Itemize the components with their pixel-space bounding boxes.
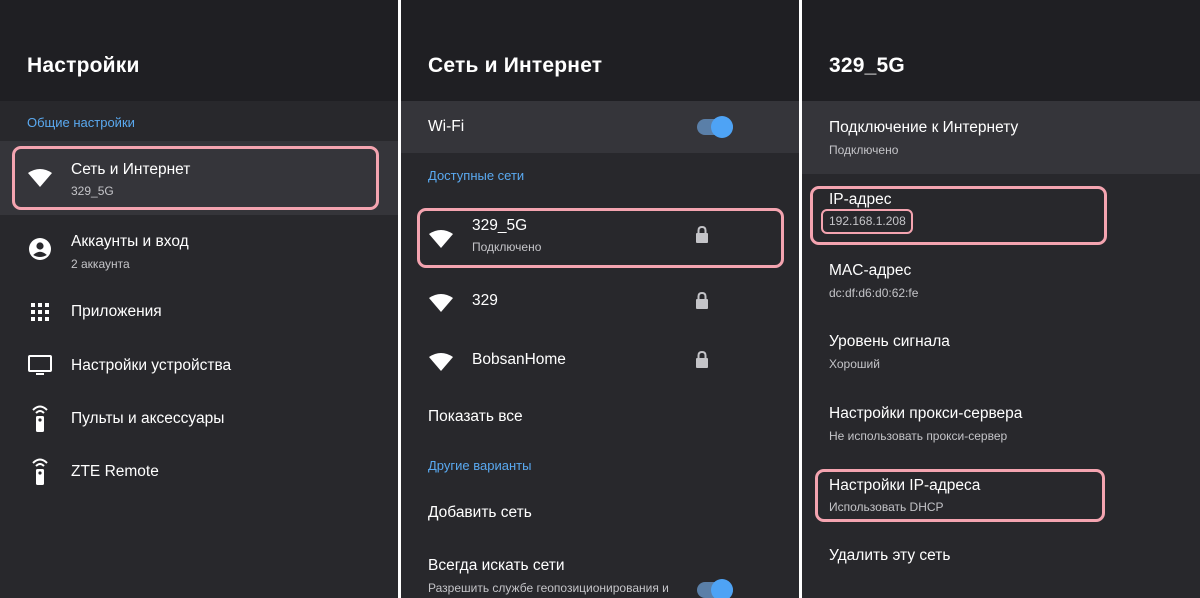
always-scan-sub: Разрешить службе геопозиционирования и — [428, 581, 669, 595]
details-item-mac-address[interactable]: MAC-адрес dc:df:d6:d0:62:fe — [802, 248, 1200, 318]
highlight-box-network — [12, 146, 379, 210]
details-header — [802, 0, 1200, 101]
show-all-label: Показать все — [428, 408, 523, 425]
details-item-sub: Хороший — [829, 357, 880, 371]
remote-icon — [32, 458, 48, 485]
settings-item-apps[interactable]: Приложения — [0, 288, 398, 336]
remote-icon — [32, 405, 48, 432]
settings-panel: Настройки Общие настройки Сеть и Интерне… — [0, 0, 398, 598]
section-available: Доступные сети — [428, 168, 525, 183]
details-item-label: Удалить эту сеть — [829, 547, 951, 564]
network-ssid: 329 — [472, 292, 498, 309]
network-title: Сеть и Интернет — [428, 54, 603, 77]
details-item-label: Подключение к Интернету — [829, 119, 1019, 136]
wifi-toggle-knob[interactable] — [711, 116, 733, 138]
wifi-icon — [429, 294, 453, 312]
highlight-box-ip-value — [821, 209, 913, 234]
always-scan-toggle-knob[interactable] — [711, 579, 733, 598]
settings-item-label: Пульты и аксессуары — [71, 410, 225, 427]
settings-item-sub: 2 аккаунта — [71, 257, 130, 271]
always-scan-label: Всегда искать сети — [428, 557, 565, 574]
network-details-panel: 329_5G Подключение к Интернету Подключен… — [802, 0, 1200, 598]
add-network-label: Добавить сеть — [428, 504, 532, 521]
add-network-button[interactable]: Добавить сеть — [401, 490, 799, 536]
settings-header — [0, 0, 398, 101]
wifi-label: Wi-Fi — [428, 118, 465, 135]
tv-icon — [28, 355, 52, 375]
section-other: Другие варианты — [428, 458, 532, 473]
wifi-icon — [429, 353, 453, 371]
settings-item-label: Настройки устройства — [71, 357, 232, 374]
highlight-box-connected-network — [417, 208, 784, 268]
details-item-forget-network[interactable]: Удалить эту сеть — [802, 533, 1200, 581]
section-general: Общие настройки — [27, 115, 135, 130]
lock-icon — [696, 292, 708, 309]
network-item-329[interactable]: 329 — [401, 278, 799, 326]
network-panel: Сеть и Интернет Wi-Fi Доступные сети 329… — [401, 0, 799, 598]
details-item-proxy[interactable]: Настройки прокси-сервера Не использовать… — [802, 390, 1200, 460]
settings-item-label: ZTE Remote — [71, 463, 159, 480]
network-ssid: BobsanHome — [472, 351, 566, 368]
details-item-label: Настройки прокси-сервера — [829, 405, 1023, 422]
details-item-sub: Не использовать прокси-сервер — [829, 429, 1008, 443]
settings-title: Настройки — [27, 54, 140, 77]
settings-item-device[interactable]: Настройки устройства — [0, 341, 398, 389]
details-title: 329_5G — [829, 54, 905, 77]
apps-grid-icon — [31, 303, 49, 321]
show-all-button[interactable]: Показать все — [401, 394, 799, 440]
details-item-sub: dc:df:d6:d0:62:fe — [829, 286, 919, 300]
lock-icon — [696, 351, 708, 368]
highlight-box-ip-settings — [815, 469, 1105, 522]
settings-item-label: Приложения — [71, 303, 162, 320]
details-item-sub: Подключено — [829, 143, 899, 157]
details-item-label: Уровень сигнала — [829, 333, 950, 350]
always-scan-row[interactable]: Всегда искать сети Разрешить службе геоп… — [401, 545, 799, 598]
wifi-toggle-row[interactable]: Wi-Fi — [401, 101, 799, 153]
settings-item-zte-remote[interactable]: ZTE Remote — [0, 447, 398, 495]
account-icon — [29, 238, 51, 260]
settings-item-remotes[interactable]: Пульты и аксессуары — [0, 394, 398, 442]
settings-item-accounts[interactable]: Аккаунты и вход 2 аккаунта — [0, 218, 398, 282]
details-item-connection[interactable]: Подключение к Интернету Подключено — [802, 101, 1200, 174]
settings-item-label: Аккаунты и вход — [71, 233, 189, 250]
network-header — [401, 0, 799, 101]
details-item-signal[interactable]: Уровень сигнала Хороший — [802, 319, 1200, 389]
details-item-label: MAC-адрес — [829, 262, 912, 279]
network-item-bobsanhome[interactable]: BobsanHome — [401, 337, 799, 385]
